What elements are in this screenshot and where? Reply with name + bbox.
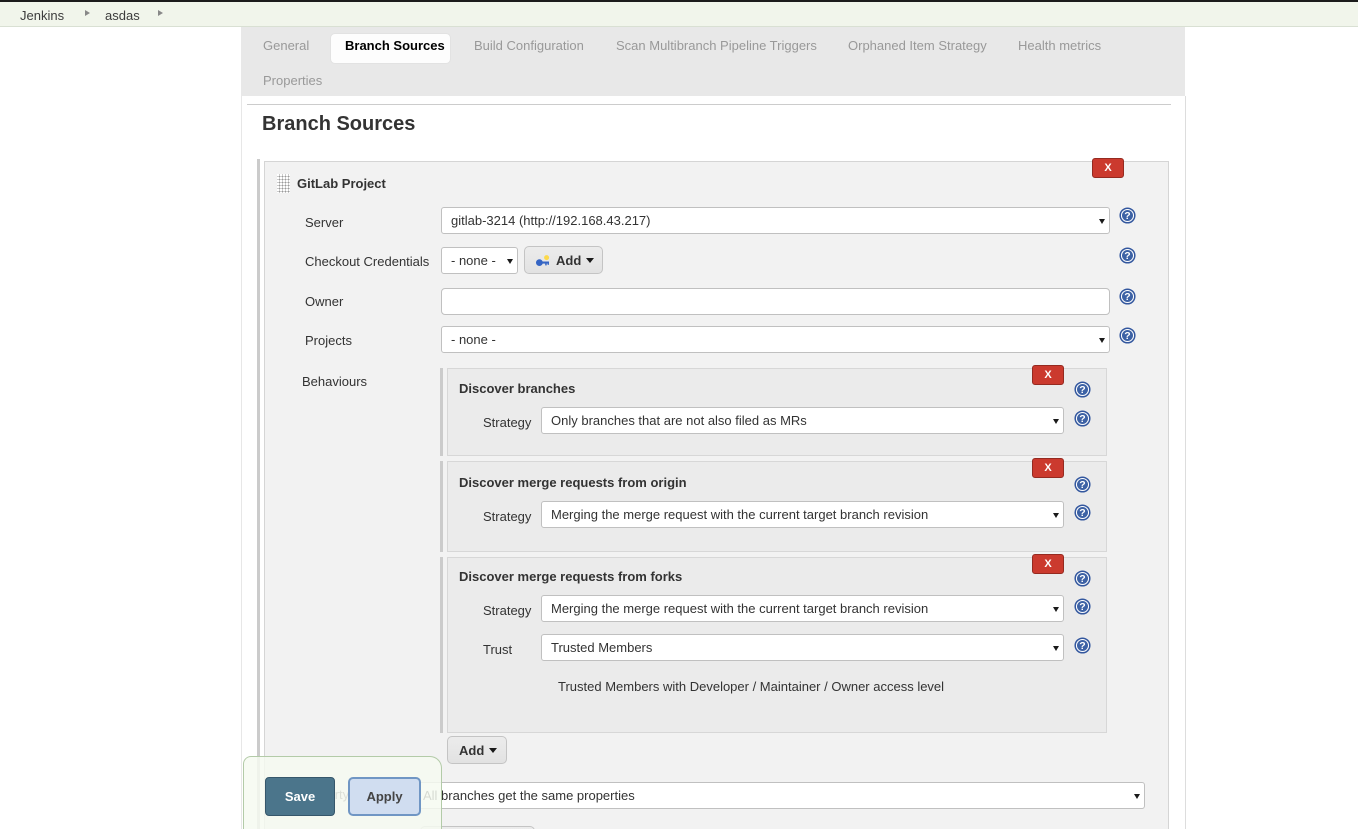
svg-text:?: ? bbox=[1079, 573, 1085, 585]
svg-text:?: ? bbox=[1079, 413, 1085, 425]
svg-text:?: ? bbox=[1079, 507, 1085, 519]
svg-text:?: ? bbox=[1079, 601, 1085, 613]
svg-text:?: ? bbox=[1079, 384, 1085, 396]
svg-text:?: ? bbox=[1124, 210, 1130, 222]
svg-text:?: ? bbox=[1124, 250, 1130, 262]
svg-text:?: ? bbox=[1079, 479, 1085, 491]
svg-text:?: ? bbox=[1079, 640, 1085, 652]
svg-text:?: ? bbox=[1124, 291, 1130, 303]
svg-text:?: ? bbox=[1124, 330, 1130, 342]
